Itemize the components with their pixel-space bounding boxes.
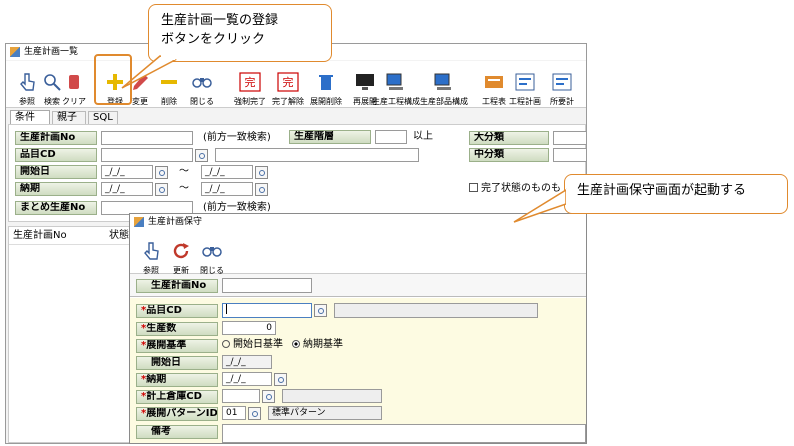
register-button-highlight <box>94 54 132 105</box>
